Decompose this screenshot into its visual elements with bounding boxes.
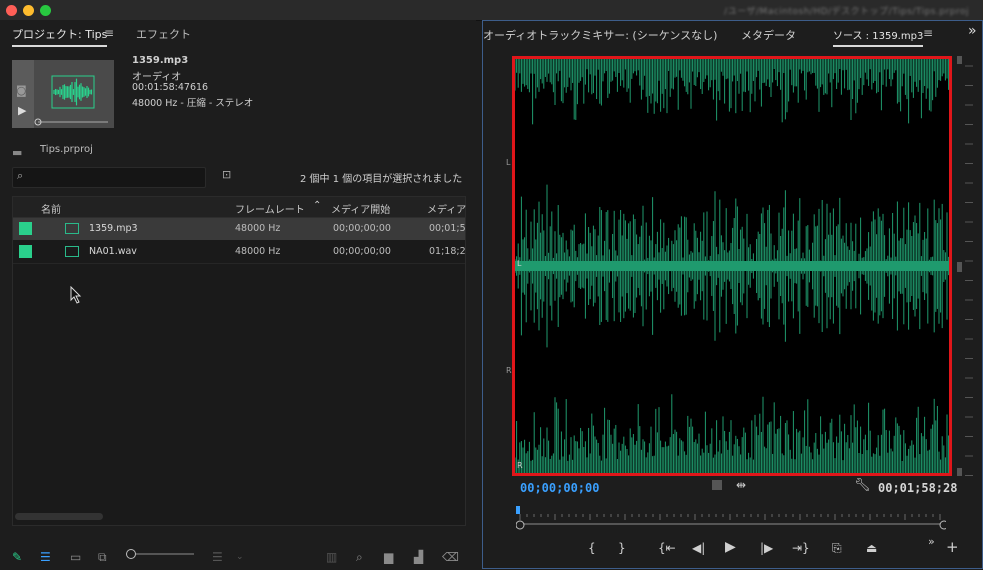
more-controls-icon[interactable]: » [928,535,935,548]
column-header-frame-rate[interactable]: フレームレート [235,201,305,216]
zoom-window-button[interactable] [40,5,51,16]
freeform-view-icon[interactable]: ⧉ [98,550,107,565]
item-media-start: 00;00;00;00 [333,246,391,257]
item-frame-rate: 48000 Hz [235,223,281,234]
zoom-slider-handle[interactable] [126,549,136,559]
go-to-in-icon[interactable]: {⇤ [658,541,676,555]
column-header-name[interactable]: 名前 [41,201,61,216]
clip-thumbnail[interactable]: ◙ ▶ [12,60,114,128]
item-media-end: 01;18;2 [429,246,466,257]
tab-metadata[interactable]: メタデータ [741,27,796,43]
find-icon[interactable]: ⌕ [356,550,363,565]
sort-icon[interactable]: ☰ [212,550,223,564]
title-bar: /ユーザ/Macintosh/HD/デスクトップ/Tips/Tips.prpro… [0,0,983,21]
item-media-end: 00;01;5 [429,223,466,234]
duration-timecode: 00;01;58;28 [878,481,958,495]
drag-audio-icon[interactable]: ⇹ [736,478,746,492]
find-bin-icon[interactable]: ⊡ [222,168,231,181]
right-channel-label: R [517,461,523,470]
trash-icon[interactable]: ⌫ [442,550,459,564]
column-header-media-start[interactable]: メディア開始 [331,201,390,216]
play-icon[interactable]: ▶ [18,104,26,117]
selection-status: 2 個中 1 個の項目が選択されました [300,174,463,185]
automate-to-sequence-icon[interactable]: ▥ [326,550,337,564]
zoom-end-handle [939,520,946,530]
project-file-name: Tips.prproj [40,144,93,155]
item-frame-rate: 48000 Hz [235,246,281,257]
label-color-swatch[interactable] [19,222,32,235]
left-channel-label: L [517,259,522,268]
mouse-pointer-icon [70,286,82,304]
add-button-icon[interactable]: + [946,538,959,556]
tab-source[interactable]: ソース : 1359.mp3 [833,27,924,47]
table-row[interactable]: 1359.mp3 48000 Hz 00;00;00;00 00;01;5 [13,218,466,240]
new-bin-icon[interactable]: ▆ [384,550,393,564]
overwrite-icon[interactable]: ⏏ [866,541,877,555]
item-name: NA01.wav [89,246,137,257]
project-panel: プロジェクト: Tips ≡ エフェクト ◙ ▶ 1359.mp3 オーディオ … [0,20,476,569]
tab-effects[interactable]: エフェクト [136,26,191,42]
item-media-start: 00;00;00;00 [333,223,391,234]
new-item-icon[interactable]: ▟ [414,550,423,564]
close-window-button[interactable] [6,5,17,16]
mark-out-icon[interactable]: } [618,541,626,555]
thumbnail-waveform [34,60,114,128]
audio-clip-icon [65,223,79,234]
clip-duration: 00:01:58:47616 [132,82,209,93]
chevron-down-icon[interactable]: ⌄ [236,552,244,562]
audio-clip-icon [65,246,79,257]
project-item-table: 名前 フレームレート ⌃ メディア開始 メディア 1359.mp3 48000 … [12,196,466,526]
hamburger-icon[interactable]: ≡ [104,26,114,40]
tab-project[interactable]: プロジェクト: Tips [12,26,108,47]
pencil-icon[interactable]: ✎ [12,550,22,564]
hamburger-icon[interactable]: ≡ [923,26,933,40]
list-view-icon[interactable]: ☰ [40,550,51,564]
camera-icon[interactable]: ◙ [16,84,27,97]
step-forward-icon[interactable]: |▶ [760,541,773,555]
project-toolbar: ✎ ☰ ▭ ⧉ ☰ ⌄ ▥ ⌕ ▆ ▟ ⌫ [0,540,476,570]
play-icon[interactable]: ▶ [725,539,736,555]
playhead-timecode[interactable]: 00;00;00;00 [520,481,599,495]
item-name: 1359.mp3 [89,223,138,234]
panel-overflow-icon[interactable]: » [968,23,977,39]
stereo-waveform [515,59,949,473]
sort-ascending-icon[interactable]: ⌃ [313,200,321,211]
horizontal-scrollbar[interactable] [15,513,103,520]
folder-icon: ▬ [12,146,23,159]
waveform-icon [34,75,108,126]
step-back-icon[interactable]: ◀| [692,541,705,555]
search-input[interactable]: ⌕ [12,167,206,188]
clip-format: 48000 Hz - 圧縮 - ステレオ [132,98,254,109]
zoom-start-handle [516,520,525,530]
column-header-media-end[interactable]: メディア [427,201,466,216]
window-title: /ユーザ/Macintosh/HD/デスクトップ/Tips/Tips.prpro… [724,7,969,17]
audio-waveform-display[interactable]: L R [512,56,952,476]
table-row[interactable]: NA01.wav 48000 Hz 00;00;00;00 01;18;2 [13,241,466,264]
search-icon: ⌕ [17,169,24,182]
table-header: 名前 フレームレート ⌃ メディア開始 メディア [13,197,466,218]
playhead-marker [516,506,520,514]
insert-icon[interactable]: ⎘ [832,541,842,556]
clip-name: 1359.mp3 [132,55,189,66]
go-to-out-icon[interactable]: ⇥} [792,541,810,555]
right-channel-marker: R [506,366,512,375]
icon-view-icon[interactable]: ▭ [70,550,81,564]
label-color-swatch[interactable] [19,245,32,258]
mark-in-icon[interactable]: { [588,541,596,555]
time-ruler[interactable] [516,504,946,532]
tab-audio-track-mixer[interactable]: オーディオトラックミキサー: (シーケンスなし) [483,27,717,43]
clip-type: オーディオ [132,72,182,83]
zoom-slider[interactable] [126,549,194,559]
wrench-icon[interactable]: 🔧︎ [854,478,871,493]
left-channel-marker: L [506,158,511,167]
minimize-window-button[interactable] [23,5,34,16]
settings-square-icon[interactable] [712,480,722,490]
amplitude-scale [957,56,973,476]
